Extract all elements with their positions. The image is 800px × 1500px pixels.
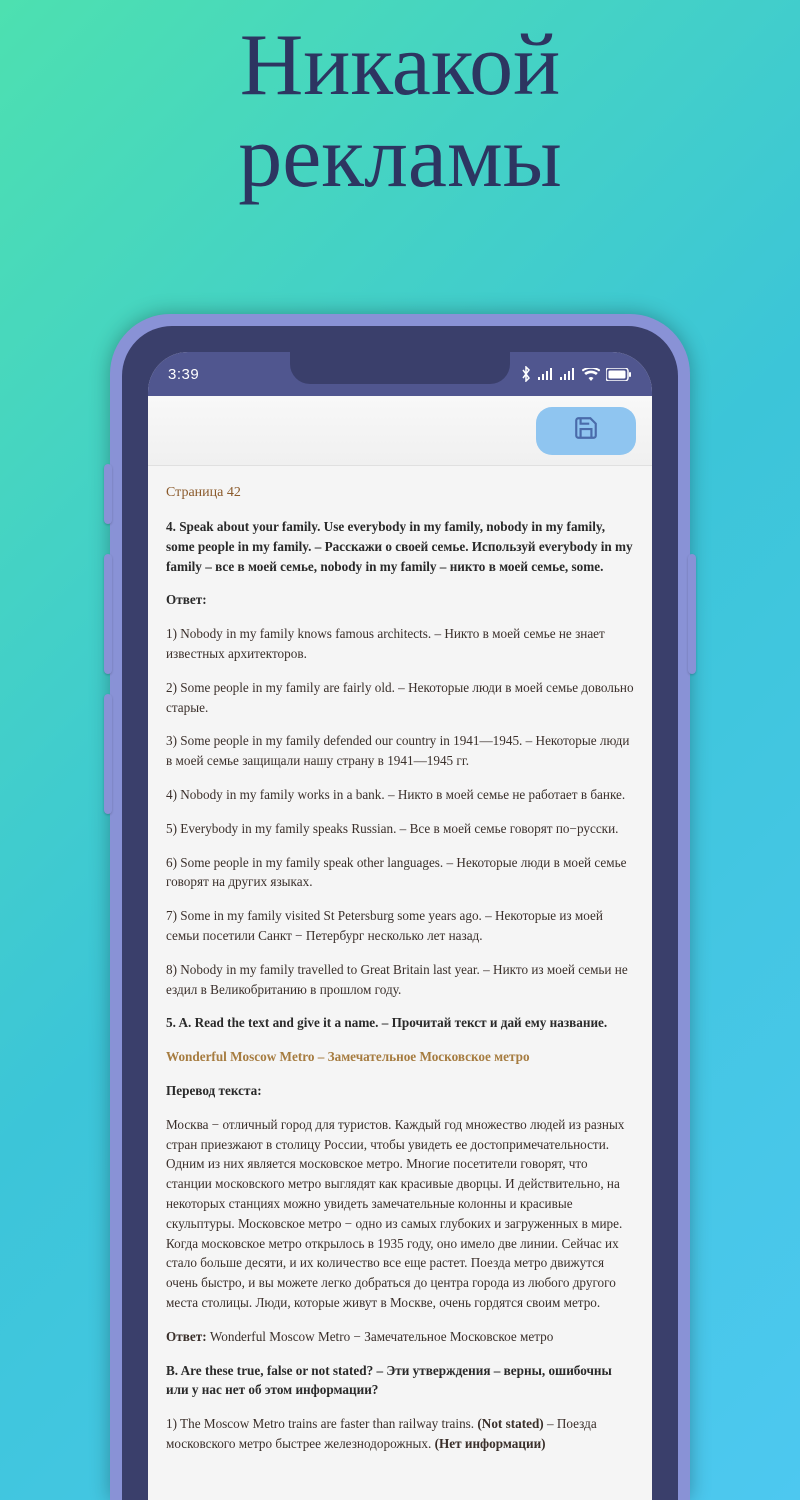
answer-item: 4) Nobody in my family works in a bank. …	[166, 785, 634, 805]
answer-item: 6) Some people in my family speak other …	[166, 853, 634, 893]
page-label: Страница 42	[166, 482, 634, 503]
save-button[interactable]	[536, 407, 636, 455]
bluetooth-icon	[520, 366, 532, 382]
answer-label: Ответ:	[166, 590, 634, 610]
phone-bezel: 3:39	[122, 326, 678, 1500]
answer-2: Ответ: Wonderful Moscow Metro − Замечате…	[166, 1327, 634, 1347]
phone-screen: 3:39	[148, 352, 652, 1500]
headline-line2: рекламы	[0, 112, 800, 204]
task-b: B. Are these true, false or not stated? …	[166, 1361, 634, 1401]
phone-side-button	[104, 694, 112, 814]
headline-line1: Никакой	[0, 20, 800, 112]
phone-side-button	[104, 464, 112, 524]
toolbar	[148, 396, 652, 466]
answer-item: 3) Some people in my family defended our…	[166, 731, 634, 771]
answer-item: 7) Some in my family visited St Petersbu…	[166, 906, 634, 946]
signal-icon	[560, 368, 576, 380]
wifi-icon	[582, 368, 600, 381]
signal-icon	[538, 368, 554, 380]
task-4: 4. Speak about your family. Use everybod…	[166, 517, 634, 576]
answer-item: 8) Nobody in my family travelled to Grea…	[166, 960, 634, 1000]
b-item: 1) The Moscow Metro trains are faster th…	[166, 1414, 634, 1454]
phone-side-button	[688, 554, 696, 674]
status-icons	[520, 366, 632, 382]
save-icon	[573, 415, 599, 446]
answer-item: 5) Everybody in my family speaks Russian…	[166, 819, 634, 839]
metro-paragraph: Когда московское метро открылось в 1935 …	[166, 1234, 634, 1313]
answer-item: 2) Some people in my family are fairly o…	[166, 678, 634, 718]
status-time: 3:39	[168, 366, 199, 383]
phone-side-button	[104, 554, 112, 674]
answer-item: 1) Nobody in my family knows famous arch…	[166, 624, 634, 664]
battery-icon	[606, 368, 632, 381]
metro-title: Wonderful Moscow Metro – Замечательное М…	[166, 1047, 634, 1067]
content-area[interactable]: Страница 42 4. Speak about your family. …	[148, 466, 652, 1500]
task-5: 5. A. Read the text and give it a name. …	[166, 1013, 634, 1033]
phone-frame: 3:39	[110, 314, 690, 1500]
metro-paragraph: Москва − отличный город для туристов. Ка…	[166, 1115, 634, 1234]
phone-notch	[290, 352, 510, 384]
translation-label: Перевод текста:	[166, 1081, 634, 1101]
